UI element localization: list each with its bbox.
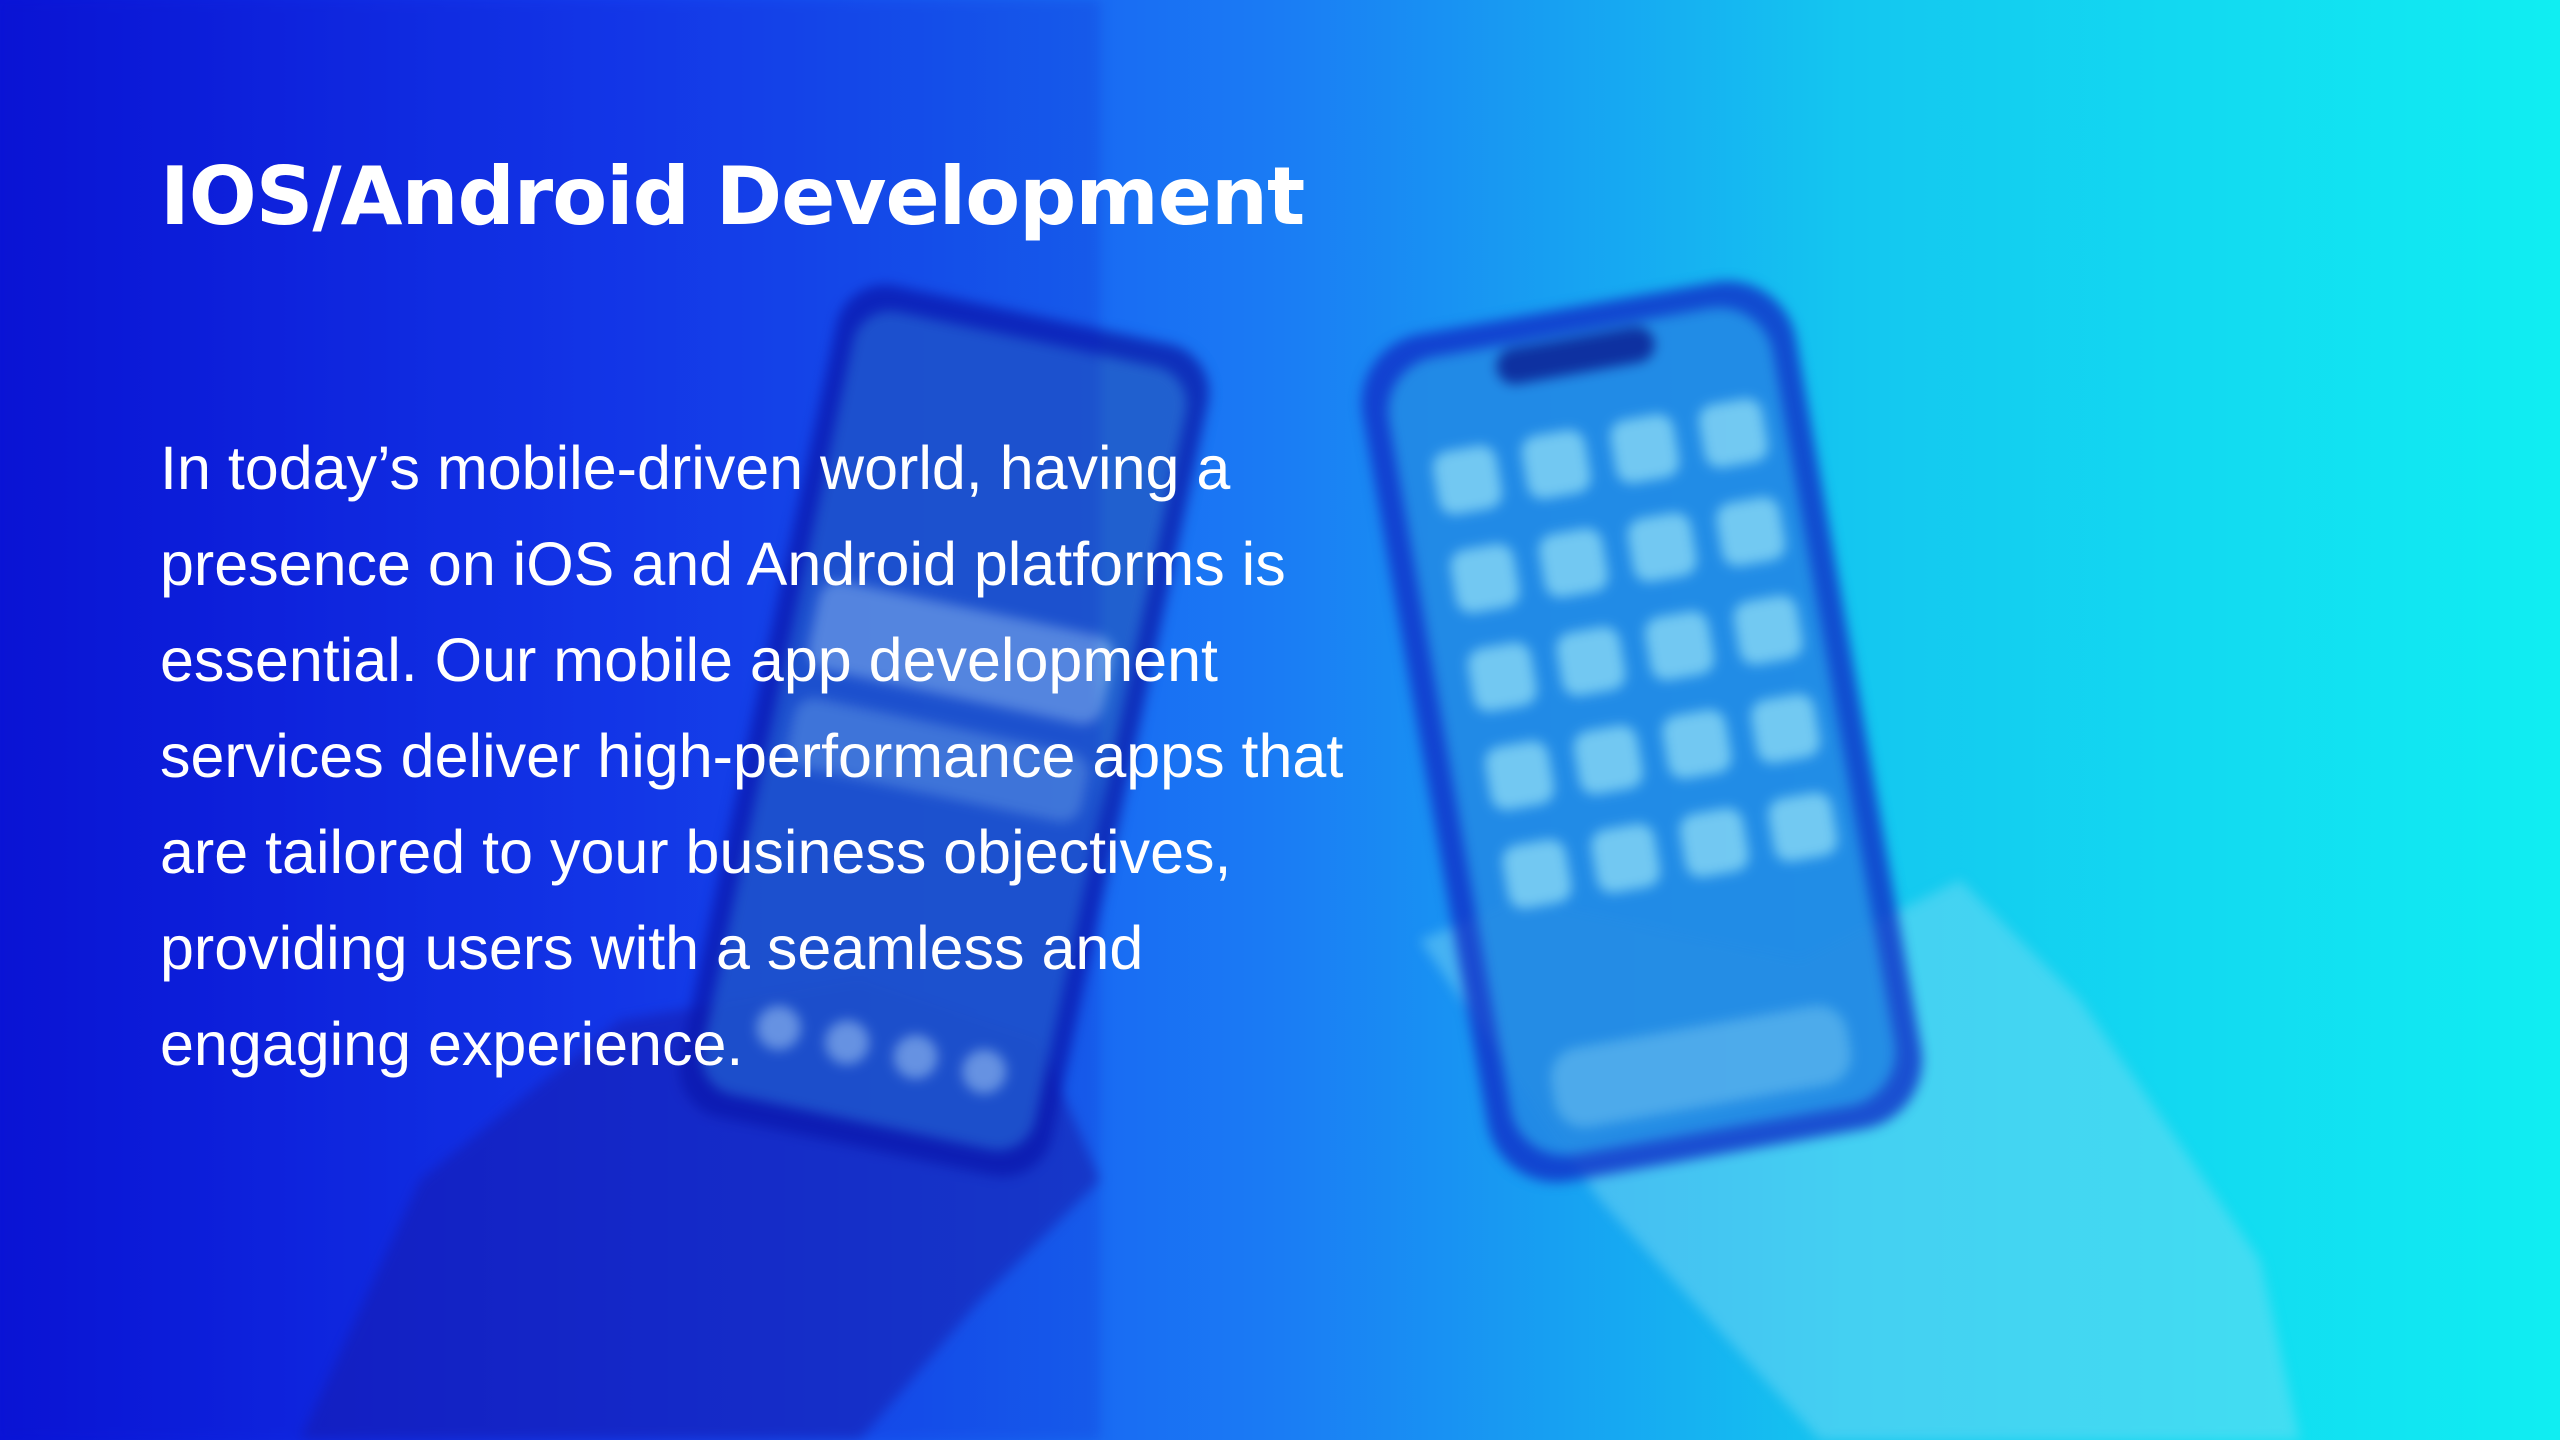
slide: IOS/Android Development In today’s mobil… [0,0,2560,1440]
paragraph-line: services deliver high-performance apps t… [160,722,1344,790]
paragraph-line: are tailored to your business objectives… [160,818,1232,886]
paragraph-line: engaging experience. [160,1010,744,1078]
paragraph-line: providing users with a seamless and [160,914,1144,982]
paragraph-line: presence on iOS and Android platforms is [160,530,1286,598]
paragraph-line: essential. Our mobile app development [160,626,1218,694]
page-title: IOS/Android Development [160,150,1305,243]
paragraph-line: In today’s mobile-driven world, having a [160,434,1231,502]
description-paragraph: In today’s mobile-driven world, having a… [160,420,1560,1092]
